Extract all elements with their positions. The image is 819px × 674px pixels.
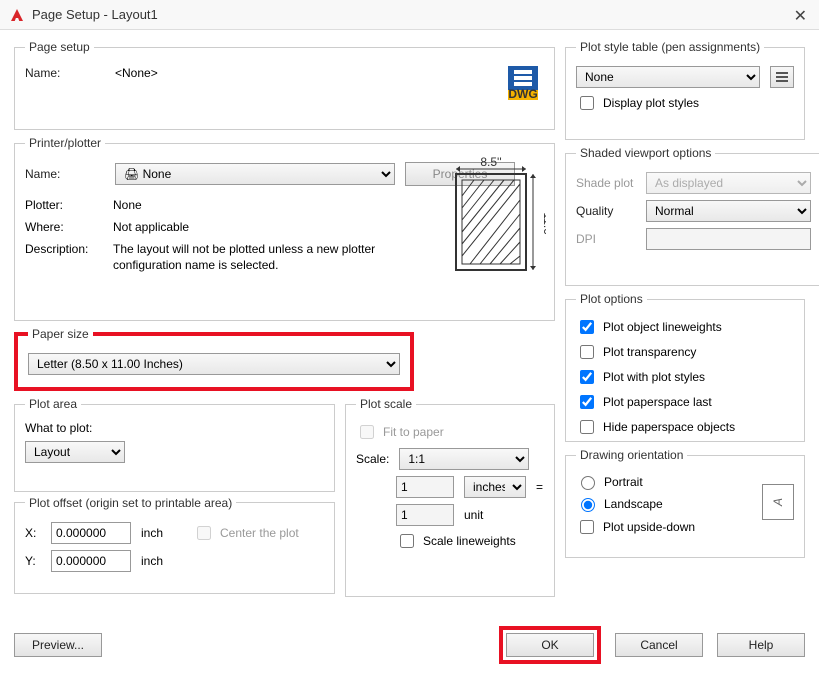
autocad-logo-icon — [8, 6, 26, 24]
page-setup-name-value: <None> — [115, 66, 158, 80]
orientation-legend: Drawing orientation — [576, 448, 687, 462]
plot-style-select[interactable]: None — [576, 66, 760, 88]
plot-transparency-label: Plot transparency — [603, 345, 696, 359]
paper-preview-icon: 8.5'' 11.0'' — [446, 156, 546, 276]
paper-width-label: 8.5'' — [480, 156, 501, 169]
center-plot-checkbox — [197, 526, 211, 540]
paper-size-legend: Paper size — [28, 327, 93, 341]
scale-select[interactable]: 1:1 — [399, 448, 529, 470]
hide-paperspace-checkbox[interactable] — [580, 420, 594, 434]
plot-options-legend: Plot options — [576, 292, 647, 306]
dpi-label: DPI — [576, 232, 636, 246]
orientation-icon: A — [762, 484, 794, 520]
page-setup-group: Page setup Name: <None> DWG — [14, 40, 555, 130]
plot-lineweights-label: Plot object lineweights — [603, 320, 722, 334]
paper-height-label: 11.0'' — [541, 212, 546, 239]
window-title: Page Setup - Layout1 — [32, 7, 158, 22]
plotter-label: Plotter: — [25, 198, 113, 212]
upside-down-label: Plot upside-down — [603, 520, 695, 534]
fit-to-paper-label: Fit to paper — [383, 425, 444, 439]
shaded-viewport-group: Shaded viewport options Shade plot As di… — [565, 146, 819, 286]
what-to-plot-select[interactable]: Layout — [25, 441, 125, 463]
plot-scale-group: Plot scale Fit to paper Scale: 1:1 inche… — [345, 397, 555, 597]
landscape-radio[interactable] — [581, 498, 595, 512]
what-to-plot-label: What to plot: — [25, 421, 324, 435]
help-button[interactable]: Help — [717, 633, 805, 657]
printer-plotter-legend: Printer/plotter — [25, 136, 105, 150]
list-icon — [776, 71, 788, 83]
svg-text:DWG: DWG — [508, 87, 537, 100]
where-value: Not applicable — [113, 220, 405, 234]
close-icon[interactable]: ✕ — [794, 6, 807, 26]
description-label: Description: — [25, 242, 113, 256]
unit-label: unit — [464, 508, 483, 522]
scale-unit-select[interactable]: inches — [464, 476, 526, 498]
y-offset-input[interactable] — [51, 550, 131, 572]
shade-plot-select: As displayed — [646, 172, 811, 194]
ok-button[interactable]: OK — [506, 633, 594, 657]
page-setup-dialog: Page Setup - Layout1 ✕ Page setup Name: … — [0, 0, 819, 674]
scale-lineweights-checkbox[interactable] — [400, 534, 414, 548]
plot-with-styles-label: Plot with plot styles — [603, 370, 705, 384]
scale-numerator-input[interactable] — [396, 476, 454, 498]
portrait-label: Portrait — [604, 475, 643, 489]
dialog-footer: Preview... OK Cancel Help — [14, 626, 805, 664]
page-setup-name-label: Name: — [25, 66, 105, 80]
scale-lineweights-label: Scale lineweights — [423, 534, 516, 548]
x-unit: inch — [141, 526, 163, 540]
equals-label: = — [536, 480, 543, 494]
page-setup-legend: Page setup — [25, 40, 94, 54]
plotter-value: None — [113, 198, 405, 212]
plotter-name-select[interactable]: 🖨 None — [115, 163, 395, 185]
titlebar: Page Setup - Layout1 ✕ — [0, 0, 819, 30]
plot-offset-group: Plot offset (origin set to printable are… — [14, 496, 335, 594]
shaded-vp-legend: Shaded viewport options — [576, 146, 715, 160]
preview-button[interactable]: Preview... — [14, 633, 102, 657]
cancel-button[interactable]: Cancel — [615, 633, 703, 657]
display-plot-styles-checkbox[interactable] — [580, 96, 594, 110]
plot-scale-legend: Plot scale — [356, 397, 416, 411]
y-label: Y: — [25, 554, 41, 568]
plot-style-group: Plot style table (pen assignments) None … — [565, 40, 805, 140]
quality-select[interactable]: Normal — [646, 200, 811, 222]
plot-transparency-checkbox[interactable] — [580, 345, 594, 359]
plot-paperspace-label: Plot paperspace last — [603, 395, 712, 409]
x-label: X: — [25, 526, 41, 540]
plot-area-legend: Plot area — [25, 397, 81, 411]
dwg-icon: DWG — [508, 66, 538, 100]
shade-plot-label: Shade plot — [576, 176, 636, 190]
paper-size-select[interactable]: Letter (8.50 x 11.00 Inches) — [28, 353, 400, 375]
plot-style-edit-button[interactable] — [770, 66, 794, 88]
plot-area-group: Plot area What to plot: Layout — [14, 397, 335, 492]
plot-style-legend: Plot style table (pen assignments) — [576, 40, 764, 54]
display-plot-styles-label: Display plot styles — [603, 96, 699, 110]
portrait-radio[interactable] — [581, 476, 595, 490]
x-offset-input[interactable] — [51, 522, 131, 544]
upside-down-checkbox[interactable] — [580, 520, 594, 534]
plot-with-styles-checkbox[interactable] — [580, 370, 594, 384]
quality-label: Quality — [576, 204, 636, 218]
plot-options-group: Plot options Plot object lineweights Plo… — [565, 292, 805, 442]
y-unit: inch — [141, 554, 163, 568]
fit-to-paper-checkbox — [360, 425, 374, 439]
landscape-label: Landscape — [604, 497, 663, 511]
drawing-orientation-group: Drawing orientation Portrait Landscape P… — [565, 448, 805, 558]
plotter-name-label: Name: — [25, 167, 105, 181]
hide-paperspace-label: Hide paperspace objects — [603, 420, 735, 434]
scale-label: Scale: — [356, 452, 389, 466]
center-plot-label: Center the plot — [220, 526, 299, 540]
scale-denominator-input[interactable] — [396, 504, 454, 526]
where-label: Where: — [25, 220, 113, 234]
plot-lineweights-checkbox[interactable] — [580, 320, 594, 334]
printer-plotter-group: Printer/plotter Name: 🖨 None Properties … — [14, 136, 555, 321]
description-value: The layout will not be plotted unless a … — [113, 242, 405, 273]
dpi-input — [646, 228, 811, 250]
plot-offset-legend: Plot offset (origin set to printable are… — [25, 496, 236, 510]
plot-paperspace-checkbox[interactable] — [580, 395, 594, 409]
paper-size-group: Paper size Letter (8.50 x 11.00 Inches) — [14, 327, 414, 391]
